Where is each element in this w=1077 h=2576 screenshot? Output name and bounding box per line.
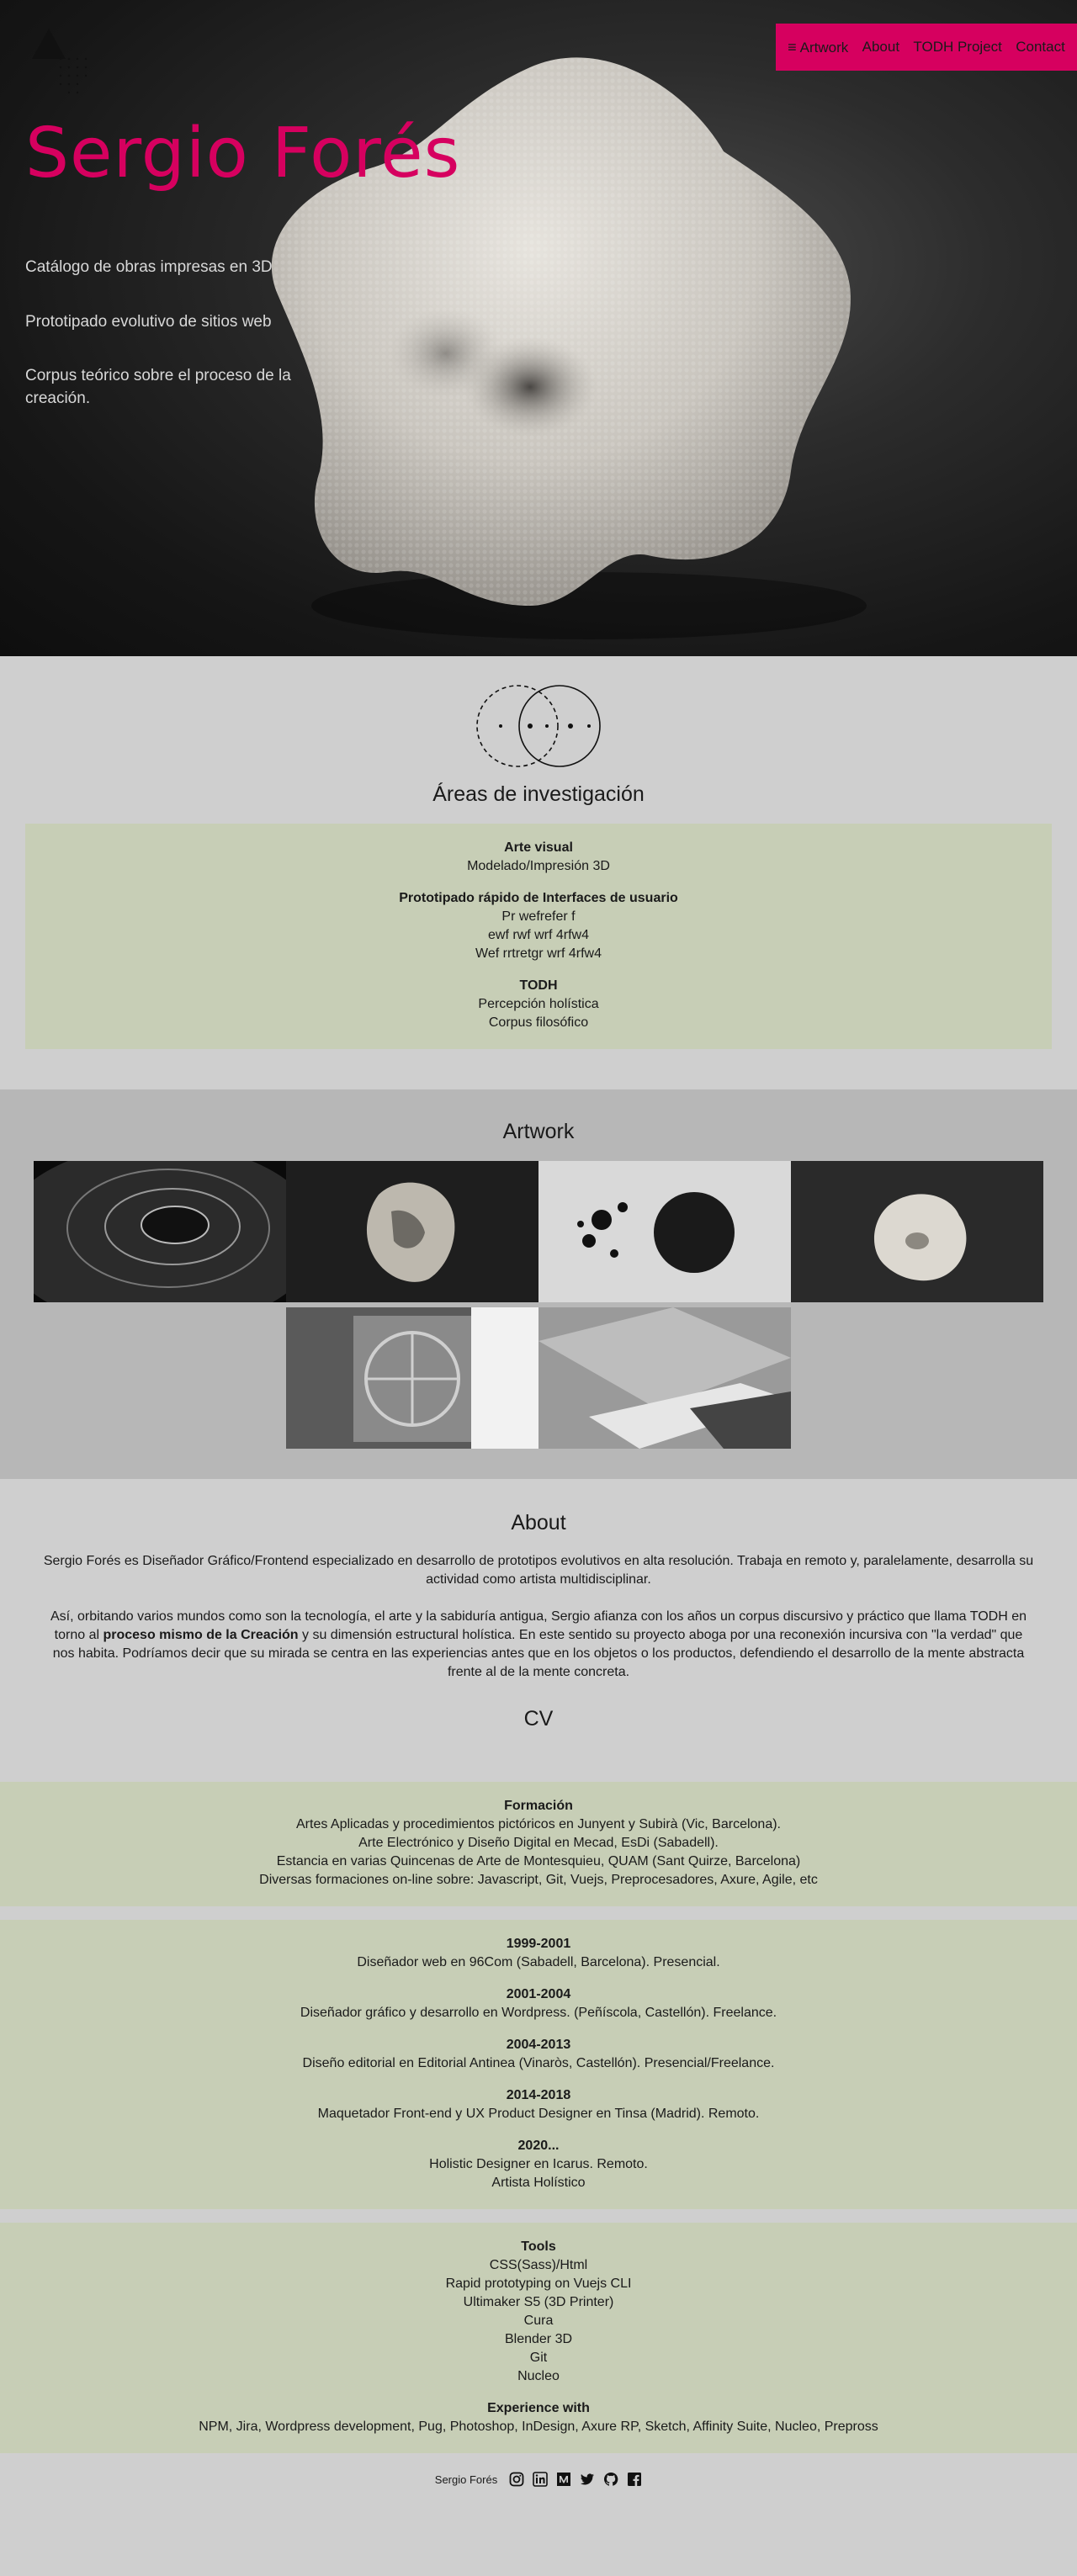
github-icon[interactable]	[603, 2472, 618, 2487]
research-group: TODH Percepción holística Corpus filosóf…	[42, 978, 1035, 1032]
about-paragraph: Así, orbitando varios mundos como son la…	[42, 1608, 1035, 1682]
group-item: Wef rrtretgr wrf 4rfw4	[475, 946, 602, 961]
hero-line: Prototipado evolutivo de sitios web	[25, 312, 272, 331]
research-group: Arte visual Modelado/Impresión 3D	[42, 840, 1035, 876]
nav-item-label: Artwork	[799, 39, 849, 56]
hero-section: ≡ Artwork About TODH Project Contact Serg…	[0, 0, 1077, 656]
artwork-thumbnail[interactable]	[34, 1161, 286, 1302]
cv-item: Diseño editorial en Editorial Antinea (V…	[302, 2056, 775, 2070]
cv-item: Diseñador gráfico y desarrollo en Wordpr…	[300, 2006, 777, 2020]
linkedin-icon[interactable]	[533, 2472, 549, 2487]
menu-icon: ≡	[788, 38, 797, 56]
cv-item: CSS(Sass)/Html	[489, 2258, 588, 2272]
cv-item: Blender 3D	[504, 2332, 573, 2346]
cv-heading: 2004-2013	[506, 2038, 571, 2052]
cv-item: Arte Electrónico y Diseño Digital en Mec…	[358, 1836, 719, 1850]
footer-name: Sergio Forés	[434, 2473, 498, 2486]
hero-sculpture-image	[271, 57, 867, 639]
venn-diagram-icon	[476, 685, 601, 767]
cv-item: Git	[529, 2351, 548, 2365]
cv-group: 2020... Holistic Designer en Icarus. Rem…	[17, 2139, 1060, 2192]
nav-item-todh-project[interactable]: TODH Project	[913, 39, 1002, 56]
hero-lines: Catálogo de obras impresas en 3D Prototi…	[25, 257, 320, 442]
hero-line: Catálogo de obras impresas en 3D	[25, 258, 273, 276]
research-box: Arte visual Modelado/Impresión 3D Protot…	[25, 824, 1052, 1049]
research-section: Áreas de investigación Arte visual Model…	[0, 656, 1077, 1089]
cv-heading: Formación	[504, 1799, 573, 1813]
artwork-section: Artwork	[0, 1089, 1077, 1479]
group-heading: Prototipado rápido de Interfaces de usua…	[399, 891, 678, 905]
instagram-icon[interactable]	[509, 2472, 524, 2487]
research-title: Áreas de investigación	[432, 782, 645, 806]
cv-heading: 2020...	[517, 2139, 560, 2153]
facebook-icon[interactable]	[627, 2472, 642, 2487]
group-item: Pr wefrefer f	[501, 909, 576, 924]
about-section: About Sergio Forés es Diseñador Gráfico/…	[0, 1479, 1077, 1782]
cv-tools-box: Tools CSS(Sass)/Html Rapid prototyping o…	[0, 2223, 1077, 2453]
cv-group: Formación Artes Aplicadas y procedimient…	[17, 1799, 1060, 1890]
cv-item: Estancia en varias Quincenas de Arte de …	[276, 1854, 801, 1868]
nav-item-about[interactable]: About	[862, 39, 899, 56]
cv-heading: 2001-2004	[506, 1987, 571, 2001]
artwork-thumbnail[interactable]	[538, 1161, 791, 1302]
artwork-title: Artwork	[502, 1120, 575, 1143]
about-title: About	[511, 1511, 566, 1534]
cv-heading: Experience with	[487, 2401, 590, 2415]
twitter-icon[interactable]	[580, 2472, 595, 2487]
cv-heading: Tools	[521, 2239, 556, 2254]
cv-group: Tools CSS(Sass)/Html Rapid prototyping o…	[17, 2239, 1060, 2386]
group-heading: TODH	[519, 978, 558, 993]
cv-group: 2014-2018 Maquetador Front-end y UX Prod…	[17, 2088, 1060, 2123]
cv-group: Experience with NPM, Jira, Wordpress dev…	[17, 2401, 1060, 2436]
group-item: Percepción holística	[478, 997, 599, 1011]
cv-item: NPM, Jira, Wordpress development, Pug, P…	[199, 2420, 878, 2434]
cv-item: Rapid prototyping on Vuejs CLI	[445, 2277, 632, 2291]
research-group: Prototipado rápido de Interfaces de usua…	[42, 891, 1035, 963]
main-nav: ≡ Artwork About TODH Project Contact	[776, 24, 1077, 71]
logo-icon[interactable]	[25, 25, 109, 101]
hero-title: Sergio Forés	[25, 114, 461, 193]
cv-item: Artista Holístico	[491, 2176, 586, 2190]
artwork-thumbnail[interactable]	[538, 1307, 791, 1449]
cv-item: Artes Aplicadas y procedimientos pictóri…	[296, 1817, 781, 1831]
cv-item: Diversas formaciones on-line sobre: Java…	[259, 1873, 818, 1887]
group-item: Corpus filosófico	[488, 1015, 589, 1030]
artwork-thumbnail[interactable]	[286, 1307, 538, 1449]
cv-education-box: Formación Artes Aplicadas y procedimient…	[0, 1782, 1077, 1906]
cv-heading: 1999-2001	[506, 1937, 571, 1951]
artwork-thumbnail[interactable]	[286, 1161, 538, 1302]
group-heading: Arte visual	[504, 840, 573, 855]
group-item: ewf rwf wrf 4rfw4	[487, 928, 589, 942]
cv-experience-box: 1999-2001 Diseñador web en 96Com (Sabade…	[0, 1920, 1077, 2209]
cv-item: Nucleo	[517, 2369, 560, 2383]
cv-item: Maquetador Front-end y UX Product Design…	[317, 2107, 760, 2121]
about-emphasis: proceso mismo de la Creación	[103, 1628, 299, 1642]
cv-title: CV	[523, 1707, 554, 1731]
cv-heading: 2014-2018	[506, 2088, 571, 2102]
cv-group: 2004-2013 Diseño editorial en Editorial …	[17, 2038, 1060, 2073]
hero-line: Corpus teórico sobre el proceso de la cr…	[25, 367, 291, 407]
artwork-gallery	[34, 1161, 1043, 1449]
cv-item: Cura	[523, 2314, 554, 2328]
nav-item-contact[interactable]: Contact	[1016, 39, 1065, 56]
artwork-thumbnail[interactable]	[791, 1161, 1043, 1302]
cv-group: 2001-2004 Diseñador gráfico y desarrollo…	[17, 1987, 1060, 2022]
nav-item-artwork[interactable]: ≡ Artwork	[788, 39, 848, 56]
cv-item: Holistic Designer en Icarus. Remoto.	[429, 2157, 648, 2171]
about-paragraph: Sergio Forés es Diseñador Gráfico/Fronte…	[43, 1554, 1034, 1587]
group-item: Modelado/Impresión 3D	[467, 859, 610, 873]
cv-item: Diseñador web en 96Com (Sabadell, Barcel…	[357, 1955, 720, 1969]
medium-icon[interactable]	[556, 2472, 571, 2487]
cv-item: Ultimaker S5 (3D Printer)	[463, 2295, 614, 2309]
cv-group: 1999-2001 Diseñador web en 96Com (Sabade…	[17, 1937, 1060, 1972]
footer: Sergio Forés	[0, 2453, 1077, 2537]
